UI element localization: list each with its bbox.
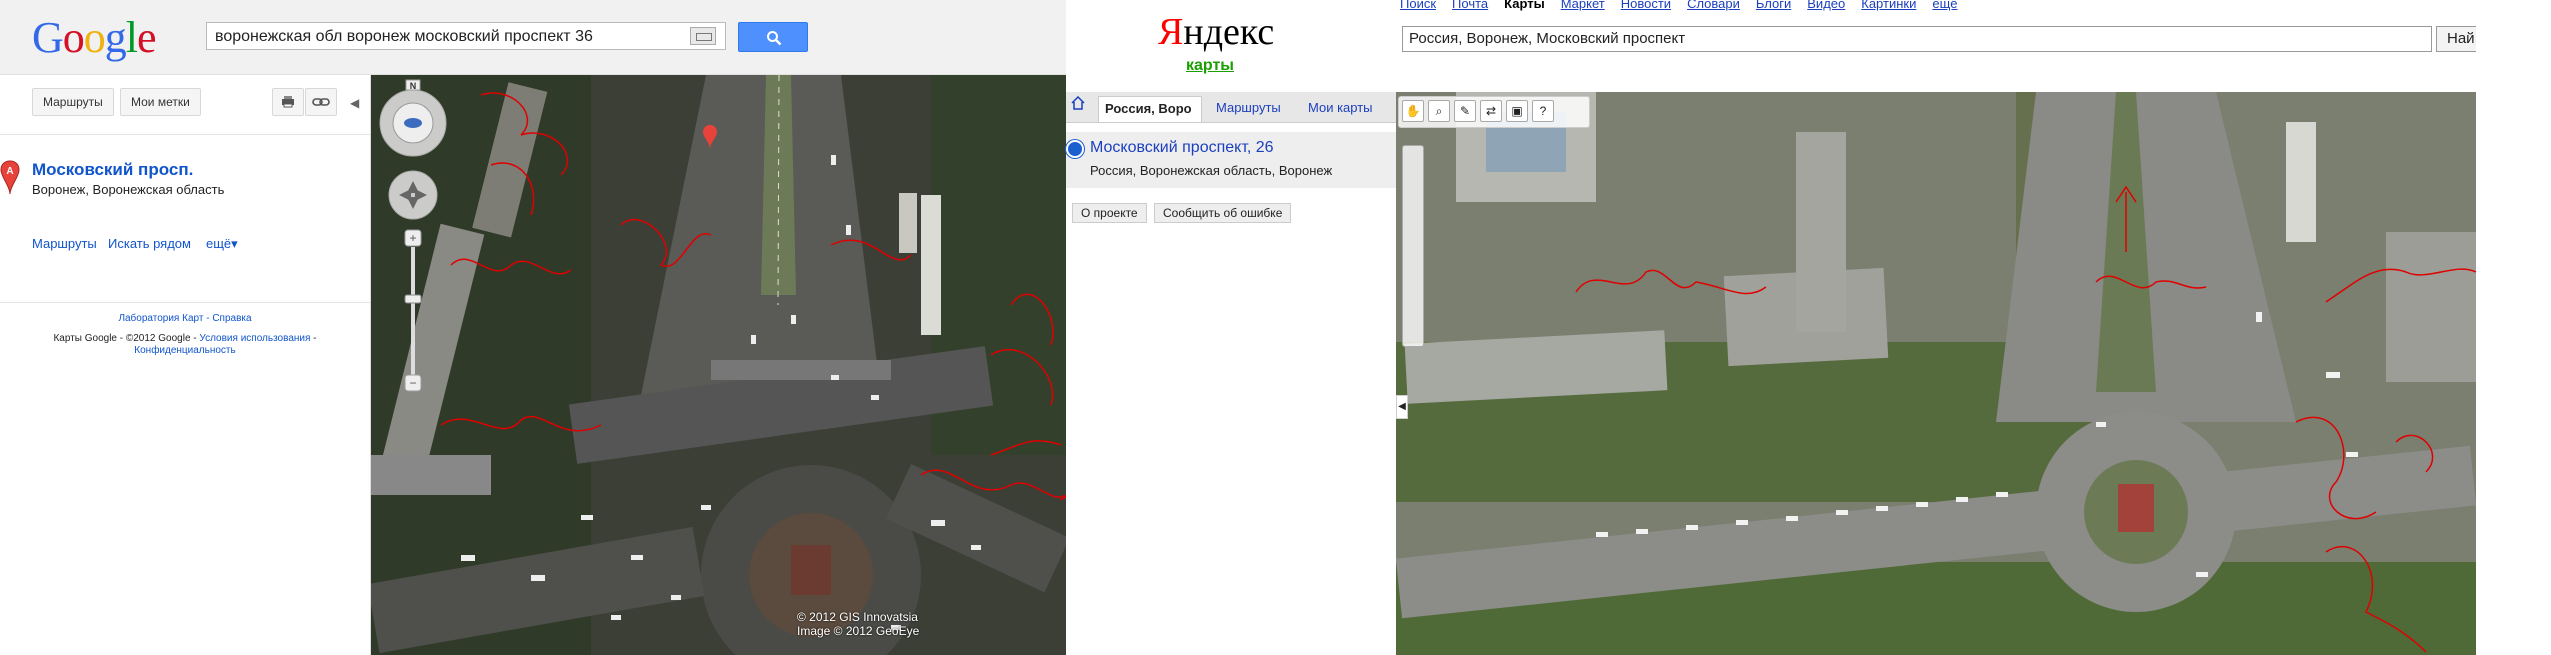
keyboard-icon[interactable]	[690, 27, 716, 45]
yandex-logo[interactable]: Яндекс	[1158, 10, 1274, 54]
google-search-input[interactable]: воронежская обл воронеж московский просп…	[206, 22, 726, 50]
print-icon	[282, 96, 294, 108]
yandex-service-name[interactable]: карты	[1186, 57, 1234, 75]
result-address: Россия, Воронежская область, Воронеж	[1090, 163, 1333, 178]
place-address: Воронеж, Воронежская область	[32, 182, 225, 197]
nav-video[interactable]: Видео	[1807, 0, 1845, 11]
marker-letter: A	[6, 166, 13, 177]
search-icon	[767, 31, 782, 46]
route-tool-icon[interactable]: ⇄	[1480, 100, 1502, 122]
ruler-tool-icon[interactable]: ✎	[1454, 100, 1476, 122]
nav-images[interactable]: Картинки	[1861, 0, 1916, 11]
link-routes[interactable]: Маршруты	[32, 236, 97, 251]
google-satellite-map[interactable]: N + −	[371, 75, 1066, 655]
place-marker-icon[interactable]: A	[0, 160, 20, 196]
svg-text:−: −	[409, 376, 416, 390]
home-icon	[1071, 95, 1085, 110]
copyright-text: Карты Google - ©2012 Google -	[53, 333, 197, 344]
routes-button[interactable]: Маршруты	[32, 88, 114, 116]
copyright-line-1: © 2012 GIS Innovatsia	[797, 610, 918, 624]
nav-search[interactable]: Поиск	[1400, 0, 1436, 11]
magnifier-tool-icon[interactable]: ⌕	[1428, 100, 1450, 122]
print-button[interactable]	[272, 88, 304, 116]
rotate-control[interactable]	[388, 170, 438, 220]
blank-area	[2476, 0, 2551, 655]
link-button[interactable]	[305, 88, 337, 116]
terms-link[interactable]: Условия использования	[199, 333, 310, 344]
google-logo[interactable]: Google	[32, 12, 157, 64]
collapse-sidebar-icon[interactable]: ◀	[1396, 395, 1408, 419]
nav-dictionaries[interactable]: Словари	[1687, 0, 1740, 11]
home-tab[interactable]	[1068, 95, 1088, 118]
privacy-link[interactable]: Конфиденциальность	[134, 345, 235, 356]
compass-letter: N	[410, 81, 417, 91]
map-imagery[interactable]: N + −	[371, 75, 1066, 655]
print-tool-icon[interactable]: ▣	[1506, 100, 1528, 122]
hand-tool-icon[interactable]: ✋	[1402, 100, 1424, 122]
svg-text:+: +	[409, 231, 416, 245]
tab-routes[interactable]: Маршруты	[1216, 100, 1281, 115]
about-button[interactable]: О проекте	[1072, 203, 1147, 223]
nav-mail[interactable]: Почта	[1452, 0, 1488, 11]
collapse-sidebar-icon[interactable]: ◀	[350, 96, 359, 110]
yandex-search-input[interactable]: Россия, Воронеж, Московский проспект	[1402, 26, 2432, 52]
footer-labs-link[interactable]: Лаборатория Карт - Справка	[0, 313, 370, 324]
divider	[0, 302, 370, 303]
link-more[interactable]: ещё▾	[206, 236, 238, 252]
copyright-line-2: Image © 2012 GeoEye	[797, 624, 920, 638]
my-places-button[interactable]: Мои метки	[120, 88, 201, 116]
google-search-button[interactable]	[738, 22, 808, 52]
result-title[interactable]: Московский проспект, 26	[1090, 139, 1274, 157]
nav-maps[interactable]: Карты	[1504, 0, 1545, 11]
tab-search-results[interactable]: Россия, Воро	[1098, 96, 1202, 122]
yandex-services-nav: Поиск Почта Карты Маркет Новости Словари Блоги…	[1400, 0, 1974, 11]
nav-more[interactable]: ещё	[1932, 0, 1957, 11]
link-search-nearby[interactable]: Искать рядом	[108, 236, 191, 251]
place-title[interactable]: Московский просп.	[32, 160, 193, 180]
map-imagery[interactable]	[1396, 92, 2476, 655]
yandex-satellite-map[interactable]	[1396, 92, 2476, 655]
nav-blogs[interactable]: Блоги	[1756, 0, 1791, 11]
report-error-button[interactable]: Сообщить об ошибке	[1154, 203, 1292, 223]
footer-copyright: Карты Google - ©2012 Google - Условия ис…	[53, 333, 317, 356]
result-pin-icon	[1066, 140, 1084, 158]
map-copyright: © 2012 GIS Innovatsia Image © 2012 GeoEy…	[797, 610, 919, 638]
tab-my-maps[interactable]: Мои карты	[1308, 100, 1373, 115]
link-icon	[312, 98, 330, 106]
yandex-zoom-slider[interactable]	[1402, 145, 1424, 347]
help-tool-icon[interactable]: ?	[1532, 100, 1554, 122]
divider	[0, 134, 370, 135]
nav-news[interactable]: Новости	[1621, 0, 1671, 11]
nav-market[interactable]: Маркет	[1561, 0, 1605, 11]
